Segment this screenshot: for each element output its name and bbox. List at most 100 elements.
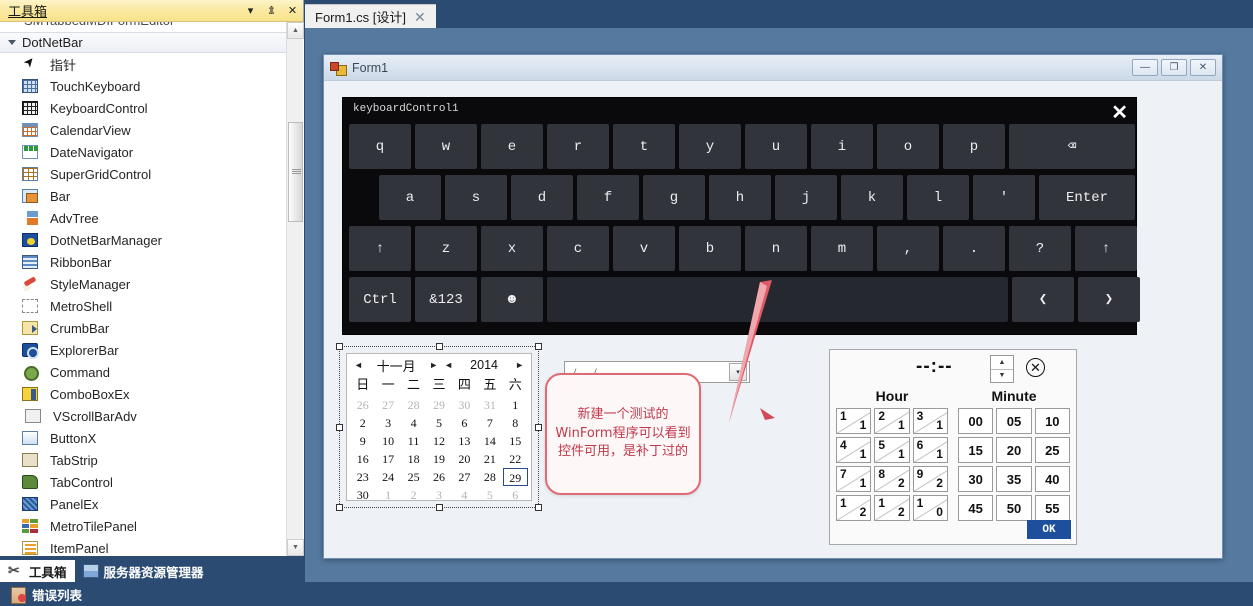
calendar-day[interactable]: 2 bbox=[350, 414, 375, 432]
key-symbol[interactable]: ? bbox=[1009, 226, 1071, 271]
key-p[interactable]: p bbox=[943, 124, 1005, 169]
key-c[interactable]: c bbox=[547, 226, 609, 271]
spin-down-icon[interactable]: ▼ bbox=[991, 370, 1013, 383]
key-u[interactable]: u bbox=[745, 124, 807, 169]
minute-cell[interactable]: 40 bbox=[1034, 466, 1070, 492]
calendar-day[interactable]: 6 bbox=[503, 486, 528, 504]
key-h[interactable]: h bbox=[709, 175, 771, 220]
calendar-day-selected[interactable]: 29 bbox=[502, 468, 528, 486]
toolbox-item-panelex[interactable]: PanelEx bbox=[0, 493, 286, 515]
minute-cell[interactable]: 15 bbox=[958, 437, 994, 463]
tab-server-explorer[interactable]: 服务器资源管理器 bbox=[75, 560, 212, 582]
scroll-down-icon[interactable]: ▼ bbox=[287, 539, 304, 556]
key-Ctrl[interactable]: Ctrl bbox=[349, 277, 411, 322]
calendar-day[interactable]: 7 bbox=[477, 414, 502, 432]
close-icon[interactable]: ✕ bbox=[412, 10, 428, 24]
toolbox-item-buttonx[interactable]: ButtonX bbox=[0, 427, 286, 449]
minute-cell[interactable]: 35 bbox=[996, 466, 1032, 492]
minute-cell[interactable]: 20 bbox=[996, 437, 1032, 463]
toolbox-item-tabstrip[interactable]: TabStrip bbox=[0, 449, 286, 471]
calendar-day[interactable]: 16 bbox=[350, 450, 375, 468]
time-picker[interactable]: --:-- ▲ ▼ ✕ Hour 11213141516171829212121… bbox=[829, 349, 1077, 545]
toolbox-item-tabcontrol[interactable]: TabControl bbox=[0, 471, 286, 493]
hour-cell[interactable]: 41 bbox=[836, 437, 872, 463]
toolbox-item-touchkeyboard[interactable]: TouchKeyboard bbox=[0, 75, 286, 97]
key-b[interactable]: b bbox=[679, 226, 741, 271]
calendar-day[interactable]: 26 bbox=[350, 396, 375, 414]
maximize-icon[interactable]: ❐ bbox=[1161, 59, 1187, 76]
minute-cell[interactable]: 00 bbox=[958, 408, 994, 434]
prev-month-icon[interactable]: ◄ bbox=[351, 360, 366, 370]
toolbox-group-dotnetbar[interactable]: DotNetBar bbox=[0, 32, 286, 53]
calendar-day[interactable]: 27 bbox=[375, 396, 400, 414]
calendar-day[interactable]: 18 bbox=[401, 450, 426, 468]
key-symbol[interactable]: ⌫ bbox=[1009, 124, 1135, 169]
keyboard-control[interactable]: keyboardControl1 ✕ q w e r t y u i o p ⌫ a s d f g h j k l '… bbox=[342, 97, 1140, 335]
minute-cell[interactable]: 30 bbox=[958, 466, 994, 492]
prev-year-icon[interactable]: ◄ bbox=[441, 360, 456, 370]
toolbox-item-bar[interactable]: Bar bbox=[0, 185, 286, 207]
key-i[interactable]: i bbox=[811, 124, 873, 169]
key-symbol[interactable]: ↑ bbox=[1075, 226, 1137, 271]
close-icon[interactable]: ✕ bbox=[1190, 59, 1216, 76]
calendar-day[interactable]: 5 bbox=[477, 486, 502, 504]
minute-cell[interactable]: 25 bbox=[1034, 437, 1070, 463]
key-o[interactable]: o bbox=[877, 124, 939, 169]
calendar-view[interactable]: ◄ 十一月 ► ◄ 2014 ► 日一二三四五六 26 27 28 29 30 31 1 2 3… bbox=[346, 353, 532, 504]
key-l[interactable]: l bbox=[907, 175, 969, 220]
key-symbol[interactable]: ☻ bbox=[481, 277, 543, 322]
calendar-day[interactable]: 9 bbox=[350, 432, 375, 450]
hour-cell[interactable]: 61 bbox=[912, 437, 948, 463]
calendar-day[interactable]: 24 bbox=[375, 468, 400, 486]
key-m[interactable]: m bbox=[811, 226, 873, 271]
calendar-day[interactable]: 3 bbox=[375, 414, 400, 432]
tab-toolbox[interactable]: 工具箱 bbox=[0, 560, 75, 582]
close-icon[interactable]: ✕ bbox=[1111, 103, 1128, 123]
calendar-day[interactable]: 25 bbox=[401, 468, 426, 486]
calendar-day[interactable]: 29 bbox=[426, 396, 451, 414]
calendar-day[interactable]: 20 bbox=[452, 450, 477, 468]
next-month-icon[interactable]: ► bbox=[426, 360, 441, 370]
hour-cell[interactable]: 82 bbox=[874, 466, 910, 492]
toolbox-item-dotnetbarmanager[interactable]: DotNetBarManager bbox=[0, 229, 286, 251]
toolbox-item-crumbbar[interactable]: CrumbBar bbox=[0, 317, 286, 339]
tab-form1-designer[interactable]: Form1.cs [设计] ✕ bbox=[305, 4, 436, 28]
minimize-icon[interactable]: — bbox=[1132, 59, 1158, 76]
calendar-day[interactable]: 28 bbox=[477, 468, 502, 486]
scrollbar-thumb[interactable] bbox=[288, 122, 303, 222]
key-y[interactable]: y bbox=[679, 124, 741, 169]
key-v[interactable]: v bbox=[613, 226, 675, 271]
key-r[interactable]: r bbox=[547, 124, 609, 169]
error-list-bar[interactable]: 错误列表 bbox=[0, 582, 1253, 606]
hour-cell[interactable]: 31 bbox=[912, 408, 948, 434]
calendar-day[interactable]: 10 bbox=[375, 432, 400, 450]
key-space[interactable] bbox=[547, 277, 1008, 322]
hour-cell[interactable]: 21 bbox=[874, 408, 910, 434]
spin-up-icon[interactable]: ▲ bbox=[991, 356, 1013, 370]
toolbox-item-itempanel[interactable]: ItemPanel bbox=[0, 537, 286, 556]
hour-cell[interactable]: 12 bbox=[836, 495, 872, 521]
scroll-up-icon[interactable]: ▲ bbox=[287, 22, 304, 39]
key-symbol[interactable]: . bbox=[943, 226, 1005, 271]
key-symbol[interactable]: , bbox=[877, 226, 939, 271]
calendar-day[interactable]: 28 bbox=[401, 396, 426, 414]
toolbox-item-ribbonbar[interactable]: RibbonBar bbox=[0, 251, 286, 273]
key-123[interactable]: &123 bbox=[415, 277, 477, 322]
calendar-day[interactable]: 4 bbox=[452, 486, 477, 504]
minute-cell[interactable]: 55 bbox=[1034, 495, 1070, 521]
chevron-down-icon[interactable]: ▾ bbox=[729, 363, 747, 381]
minute-cell[interactable]: 45 bbox=[958, 495, 994, 521]
key-t[interactable]: t bbox=[613, 124, 675, 169]
hour-cell[interactable]: 51 bbox=[874, 437, 910, 463]
toolbox-item-keyboardcontrol[interactable]: KeyboardControl bbox=[0, 97, 286, 119]
key-a[interactable]: a bbox=[379, 175, 441, 220]
key-symbol[interactable]: ❯ bbox=[1078, 277, 1140, 322]
minute-cell[interactable]: 50 bbox=[996, 495, 1032, 521]
key-z[interactable]: z bbox=[415, 226, 477, 271]
key-q[interactable]: q bbox=[349, 124, 411, 169]
key-Enter[interactable]: Enter bbox=[1039, 175, 1135, 220]
hour-cell[interactable]: 71 bbox=[836, 466, 872, 492]
calendar-day[interactable]: 5 bbox=[426, 414, 451, 432]
toolbox-item-指针[interactable]: 指针 bbox=[0, 53, 286, 75]
toolbox-item-explorerbar[interactable]: ExplorerBar bbox=[0, 339, 286, 361]
